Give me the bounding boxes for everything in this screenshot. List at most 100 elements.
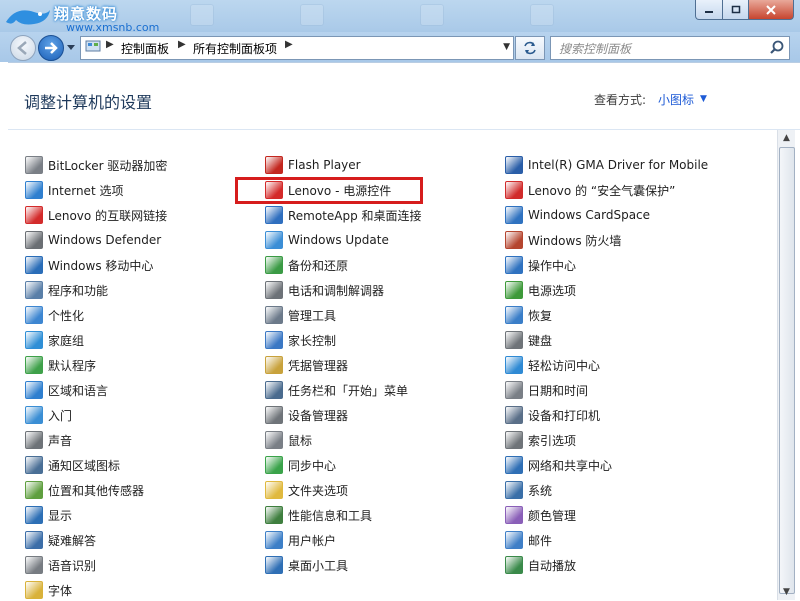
search-box[interactable]: 搜索控制面板 <box>550 36 790 60</box>
getting-started-icon <box>25 406 43 424</box>
control-panel-item[interactable]: BitLocker 驱动器加密 <box>25 156 167 174</box>
control-panel-item[interactable]: 文件夹选项 <box>265 481 348 499</box>
control-panel-item[interactable]: 家庭组 <box>25 331 84 349</box>
breadcrumb-separator[interactable]: ▶ <box>285 39 293 50</box>
scroll-up-arrow-icon[interactable]: ▲ <box>778 130 795 146</box>
control-panel-item[interactable]: Internet 选项 <box>25 181 123 199</box>
breadcrumb-control-panel[interactable]: 控制面板 <box>121 40 169 57</box>
control-panel-item[interactable]: Windows Update <box>265 231 389 249</box>
item-label: Internet 选项 <box>48 183 124 198</box>
recent-pages-dropdown-icon[interactable] <box>66 44 76 52</box>
scrollbar-thumb[interactable] <box>779 147 795 594</box>
lenovo-power-icon <box>265 181 283 199</box>
control-panel-item[interactable]: Windows 移动中心 <box>25 256 153 274</box>
control-panel-item[interactable]: Intel(R) GMA Driver for Mobile <box>505 156 708 174</box>
region-icon <box>25 381 43 399</box>
breadcrumb-separator[interactable]: ▶ <box>106 39 114 50</box>
forward-button[interactable] <box>38 35 64 61</box>
control-panel-item[interactable]: RemoteApp 和桌面连接 <box>265 206 422 224</box>
control-panel-item[interactable]: 区域和语言 <box>25 381 108 399</box>
view-by-chevron-down-icon[interactable]: ▼ <box>700 94 707 104</box>
control-panel-item[interactable]: 网络和共享中心 <box>505 456 612 474</box>
control-panel-item[interactable]: Windows 防火墙 <box>505 231 621 249</box>
background-thumbnails <box>170 2 600 28</box>
control-panel-item[interactable]: 入门 <box>25 406 72 424</box>
control-panel-item[interactable]: 设备和打印机 <box>505 406 600 424</box>
scroll-down-arrow-icon[interactable]: ▼ <box>778 584 795 600</box>
control-panel-item[interactable]: 程序和功能 <box>25 281 108 299</box>
control-panel-item[interactable]: 轻松访问中心 <box>505 356 600 374</box>
address-bar[interactable]: ▶ 控制面板 ▶ 所有控制面板项 ▶ ▼ <box>80 36 514 60</box>
minimize-button[interactable] <box>695 0 723 20</box>
item-label: 声音 <box>48 433 73 448</box>
maximize-button[interactable] <box>723 0 749 20</box>
control-panel-item[interactable]: Lenovo 的互联网链接 <box>25 206 167 224</box>
control-panel-item[interactable]: 声音 <box>25 431 72 449</box>
control-panel-item[interactable]: 恢复 <box>505 306 552 324</box>
item-label: 文件夹选项 <box>288 483 349 498</box>
control-panel-item[interactable]: Flash Player <box>265 156 361 174</box>
control-panel-item[interactable]: Lenovo 的 “安全气囊保护” <box>505 181 675 199</box>
window-controls <box>695 0 794 20</box>
control-panel-item[interactable]: 通知区域图标 <box>25 456 120 474</box>
search-icon[interactable] <box>769 39 785 55</box>
item-label: 凭据管理器 <box>288 358 349 373</box>
control-panel-item[interactable]: 索引选项 <box>505 431 576 449</box>
control-panel-item[interactable]: 语音识别 <box>25 556 96 574</box>
close-button[interactable] <box>749 0 794 20</box>
item-label: 家庭组 <box>48 333 85 348</box>
item-label: 个性化 <box>48 308 85 323</box>
control-panel-item[interactable]: 键盘 <box>505 331 552 349</box>
control-panel-item[interactable]: 凭据管理器 <box>265 356 348 374</box>
control-panel-item[interactable]: 位置和其他传感器 <box>25 481 144 499</box>
refresh-button[interactable] <box>515 36 545 60</box>
item-label: 同步中心 <box>288 458 337 473</box>
item-label: Lenovo 的 “安全气囊保护” <box>528 183 676 198</box>
breadcrumb-all-items[interactable]: 所有控制面板项 <box>193 40 277 57</box>
control-panel-item[interactable]: 疑难解答 <box>25 531 96 549</box>
item-label: 管理工具 <box>288 308 337 323</box>
control-panel-item[interactable]: 任务栏和「开始」菜单 <box>265 381 408 399</box>
control-panel-item[interactable]: 性能信息和工具 <box>265 506 372 524</box>
control-panel-item[interactable]: 用户帐户 <box>265 531 336 549</box>
control-panel-item[interactable]: 显示 <box>25 506 72 524</box>
control-panel-item[interactable]: 桌面小工具 <box>265 556 348 574</box>
view-by-dropdown[interactable]: 小图标 <box>658 91 694 108</box>
control-panel-item[interactable]: 操作中心 <box>505 256 576 274</box>
vertical-scrollbar[interactable]: ▲ ▼ <box>777 130 795 600</box>
control-panel-item[interactable]: 字体 <box>25 581 72 599</box>
control-panel-item[interactable]: 设备管理器 <box>265 406 348 424</box>
breadcrumb-separator[interactable]: ▶ <box>178 39 186 50</box>
control-panel-item[interactable]: 系统 <box>505 481 552 499</box>
control-panel-item[interactable]: 备份和还原 <box>265 256 348 274</box>
control-panel-item[interactable]: 日期和时间 <box>505 381 588 399</box>
control-panel-item[interactable]: 家长控制 <box>265 331 336 349</box>
control-panel-item[interactable]: 默认程序 <box>25 356 96 374</box>
control-panel-icon <box>85 40 101 52</box>
control-panel-item[interactable]: 邮件 <box>505 531 552 549</box>
address-dropdown-icon[interactable]: ▼ <box>503 42 510 52</box>
minimize-icon <box>705 10 713 13</box>
item-label: 电话和调制解调器 <box>288 283 385 298</box>
item-label: Windows 移动中心 <box>48 258 154 273</box>
item-label: 操作中心 <box>528 258 577 273</box>
fonts-icon <box>25 581 43 599</box>
control-panel-item[interactable]: Lenovo - 电源控件 <box>265 181 391 199</box>
mouse-icon <box>265 431 283 449</box>
control-panel-item[interactable]: 电源选项 <box>505 281 576 299</box>
control-panel-item[interactable]: 个性化 <box>25 306 84 324</box>
keyboard-icon <box>505 331 523 349</box>
sound-icon <box>25 431 43 449</box>
control-panel-item[interactable]: 自动播放 <box>505 556 576 574</box>
control-panel-item[interactable]: 同步中心 <box>265 456 336 474</box>
control-panel-item[interactable]: 电话和调制解调器 <box>265 281 384 299</box>
admin-tools-icon <box>265 306 283 324</box>
control-panel-item[interactable]: 管理工具 <box>265 306 336 324</box>
performance-icon <box>265 506 283 524</box>
back-button[interactable] <box>10 35 36 61</box>
control-panel-item[interactable]: Windows CardSpace <box>505 206 650 224</box>
search-input[interactable]: 搜索控制面板 <box>559 40 631 57</box>
control-panel-item[interactable]: Windows Defender <box>25 231 161 249</box>
control-panel-item[interactable]: 鼠标 <box>265 431 312 449</box>
control-panel-item[interactable]: 颜色管理 <box>505 506 576 524</box>
